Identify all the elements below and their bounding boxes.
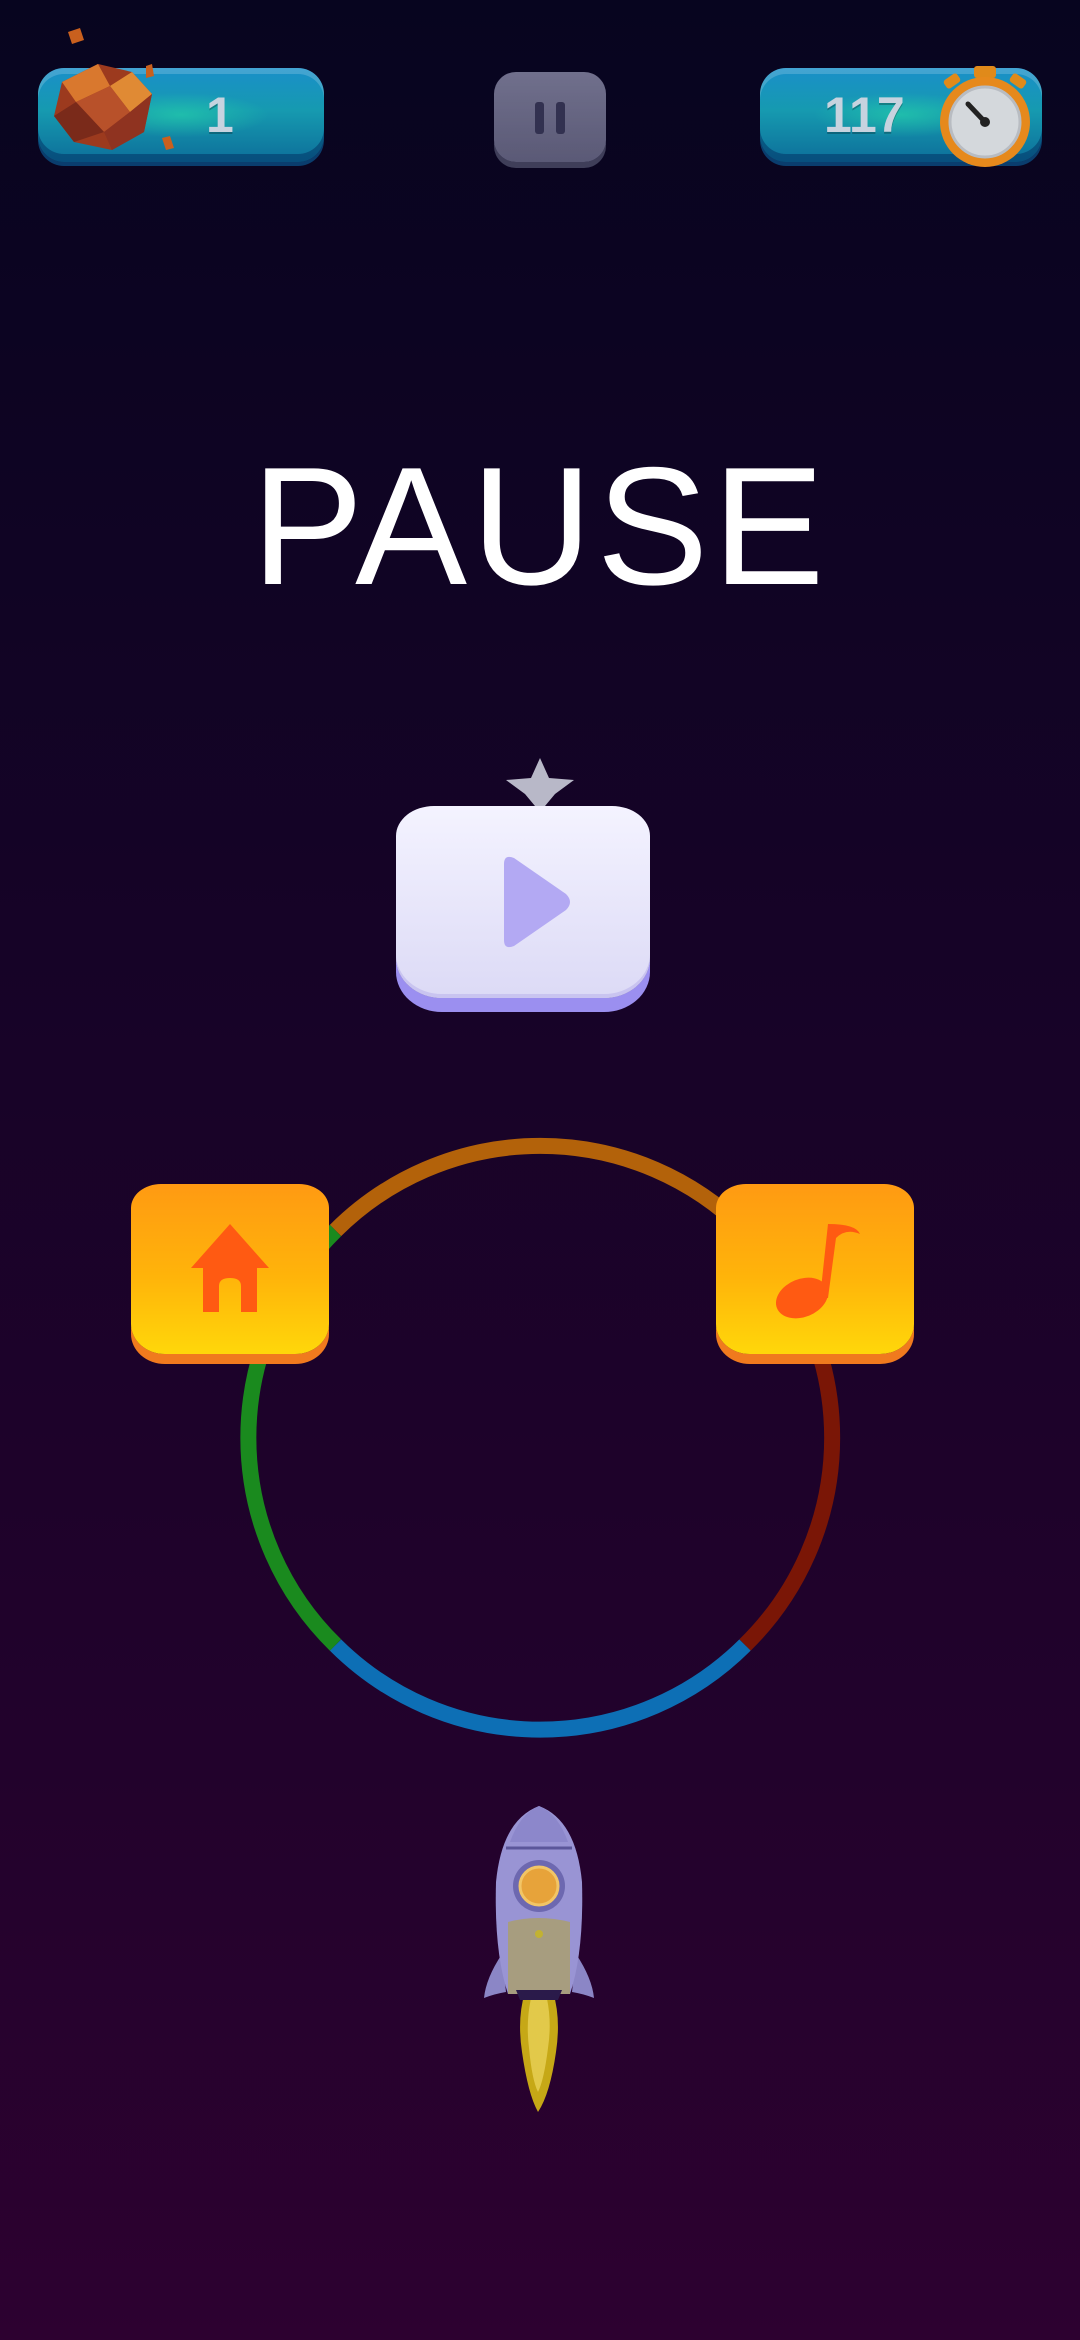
pause-bar-right-icon [556,102,565,134]
stopwatch-icon [940,66,1030,167]
pause-bar-left-icon [535,102,544,134]
music-note-icon [775,1224,860,1319]
timer-value: 117 [824,87,905,143]
rocket-icon [484,1806,594,2112]
pause-button[interactable] [494,72,606,162]
pause-title: PAUSE [251,432,829,620]
asteroid-icon [54,28,174,150]
play-icon [504,856,570,948]
home-button[interactable] [131,1184,329,1354]
home-icon [191,1224,269,1312]
music-button[interactable] [716,1184,914,1354]
asteroid-count: 1 [206,87,234,143]
